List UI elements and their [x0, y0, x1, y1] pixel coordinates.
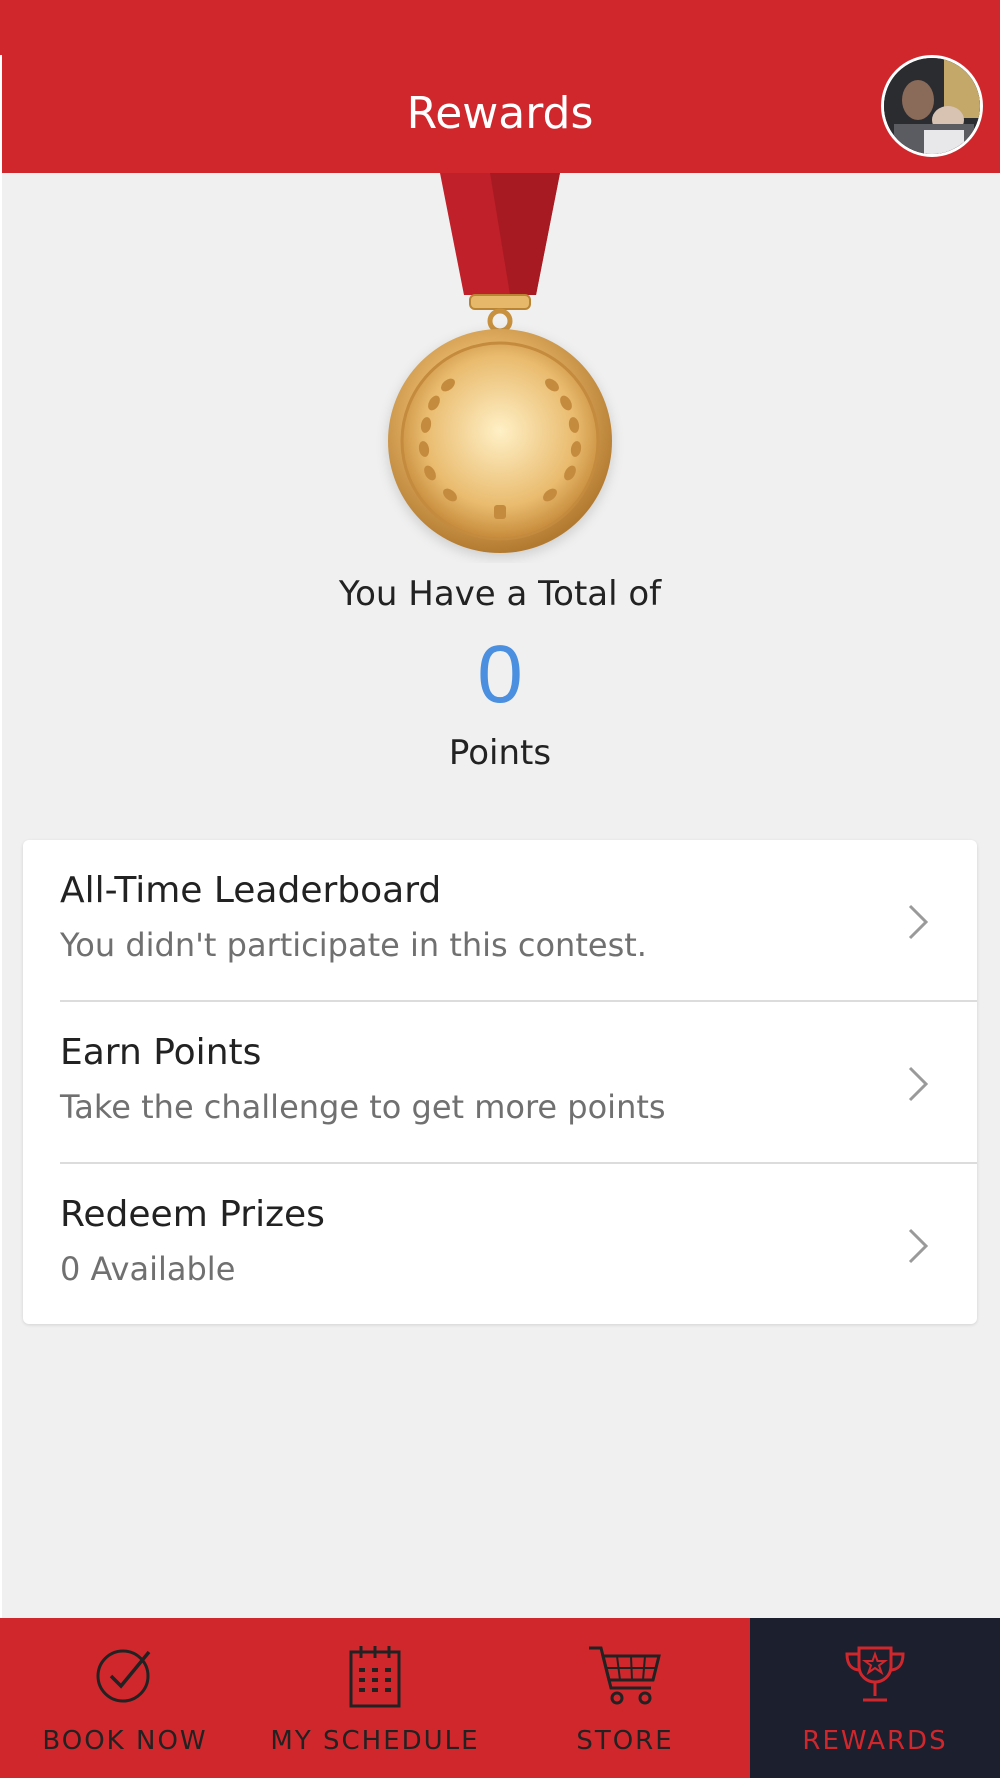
tab-label: BOOK NOW — [42, 1726, 208, 1756]
redeem-prizes-row[interactable]: Redeem Prizes 0 Available — [23, 1164, 977, 1324]
tab-label: REWARDS — [802, 1726, 948, 1756]
chevron-right-icon — [908, 904, 929, 940]
bottom-tab-bar: BOOK NOW MY SCHEDULE STORE REWARDS — [0, 1618, 1000, 1778]
status-bar — [0, 0, 1000, 55]
points-summary-label: You Have a Total of — [338, 574, 662, 614]
row-title: All-Time Leaderboard — [60, 870, 442, 911]
trophy-icon — [845, 1646, 905, 1702]
check-circle-icon — [96, 1649, 151, 1703]
cart-icon — [589, 1646, 661, 1705]
row-title: Earn Points — [60, 1032, 262, 1073]
leaderboard-row[interactable]: All-Time Leaderboard You didn't particip… — [23, 840, 977, 1002]
row-subtitle: You didn't participate in this contest. — [60, 926, 647, 964]
chevron-right-icon — [908, 1066, 929, 1102]
row-subtitle: 0 Available — [60, 1250, 236, 1288]
left-edge-divider — [0, 55, 2, 1778]
tab-label: MY SCHEDULE — [270, 1726, 480, 1756]
page-title: Rewards — [406, 88, 594, 139]
tab-label: STORE — [576, 1726, 674, 1756]
chevron-right-icon — [908, 1228, 929, 1264]
row-title: Redeem Prizes — [60, 1194, 325, 1235]
tab-my-schedule[interactable]: MY SCHEDULE — [250, 1618, 500, 1778]
rewards-screen: Rewards You Have a Total of 0 Points All… — [0, 0, 1000, 1778]
tab-book-now[interactable]: BOOK NOW — [0, 1618, 250, 1778]
points-unit-label: Points — [448, 733, 552, 773]
calendar-icon — [349, 1646, 401, 1708]
avatar-photo — [884, 58, 980, 154]
tab-rewards[interactable]: REWARDS — [750, 1618, 1000, 1778]
earn-points-row[interactable]: Earn Points Take the challenge to get mo… — [23, 1002, 977, 1164]
avatar[interactable] — [881, 55, 983, 157]
points-value: 0 — [477, 629, 523, 720]
medal-icon — [370, 173, 630, 563]
row-subtitle: Take the challenge to get more points — [60, 1088, 666, 1126]
tab-store[interactable]: STORE — [500, 1618, 750, 1778]
rewards-menu-card: All-Time Leaderboard You didn't particip… — [23, 840, 977, 1324]
app-header: Rewards — [0, 55, 1000, 173]
